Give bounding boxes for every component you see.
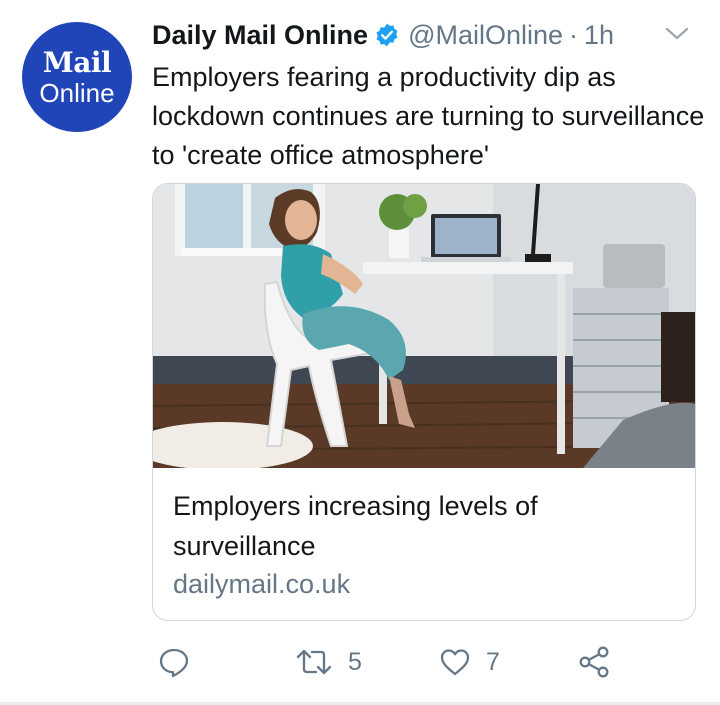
retweet-count: 5 [348,647,362,676]
tweet-text: Employers fearing a productivity dip as … [152,62,705,170]
like-count: 7 [486,647,500,676]
avatar-logo-line2: Online [39,77,115,108]
card-domain[interactable]: dailymail.co.uk [173,569,350,600]
tweet[interactable]: Mail Online Daily Mail Online @MailOnlin… [0,0,720,705]
timestamp[interactable]: 1h [584,20,614,51]
tweet-header: Daily Mail Online @MailOnline · 1h [152,16,614,54]
card-image[interactable] [153,184,695,468]
share-icon [576,644,612,680]
handle[interactable]: @MailOnline [408,20,563,51]
display-name[interactable]: Daily Mail Online [152,20,368,51]
reply-icon [157,645,191,679]
link-card[interactable]: Employers increasing levels of surveilla… [152,183,696,621]
heart-icon [438,645,472,679]
avatar-logo-line1: Mail [42,45,112,79]
separator-dot: · [569,19,579,50]
retweet-button[interactable]: 5 [294,640,362,684]
like-button[interactable]: 7 [438,640,500,684]
card-title[interactable]: Employers increasing levels of surveilla… [173,486,673,566]
share-button[interactable] [576,640,612,684]
reply-button[interactable] [157,640,191,684]
tweet-actions: 5 7 [0,640,720,684]
retweet-icon [294,645,334,679]
avatar[interactable]: Mail Online [22,22,132,132]
chevron-down-icon[interactable] [664,24,690,44]
verified-badge-icon [374,22,400,48]
